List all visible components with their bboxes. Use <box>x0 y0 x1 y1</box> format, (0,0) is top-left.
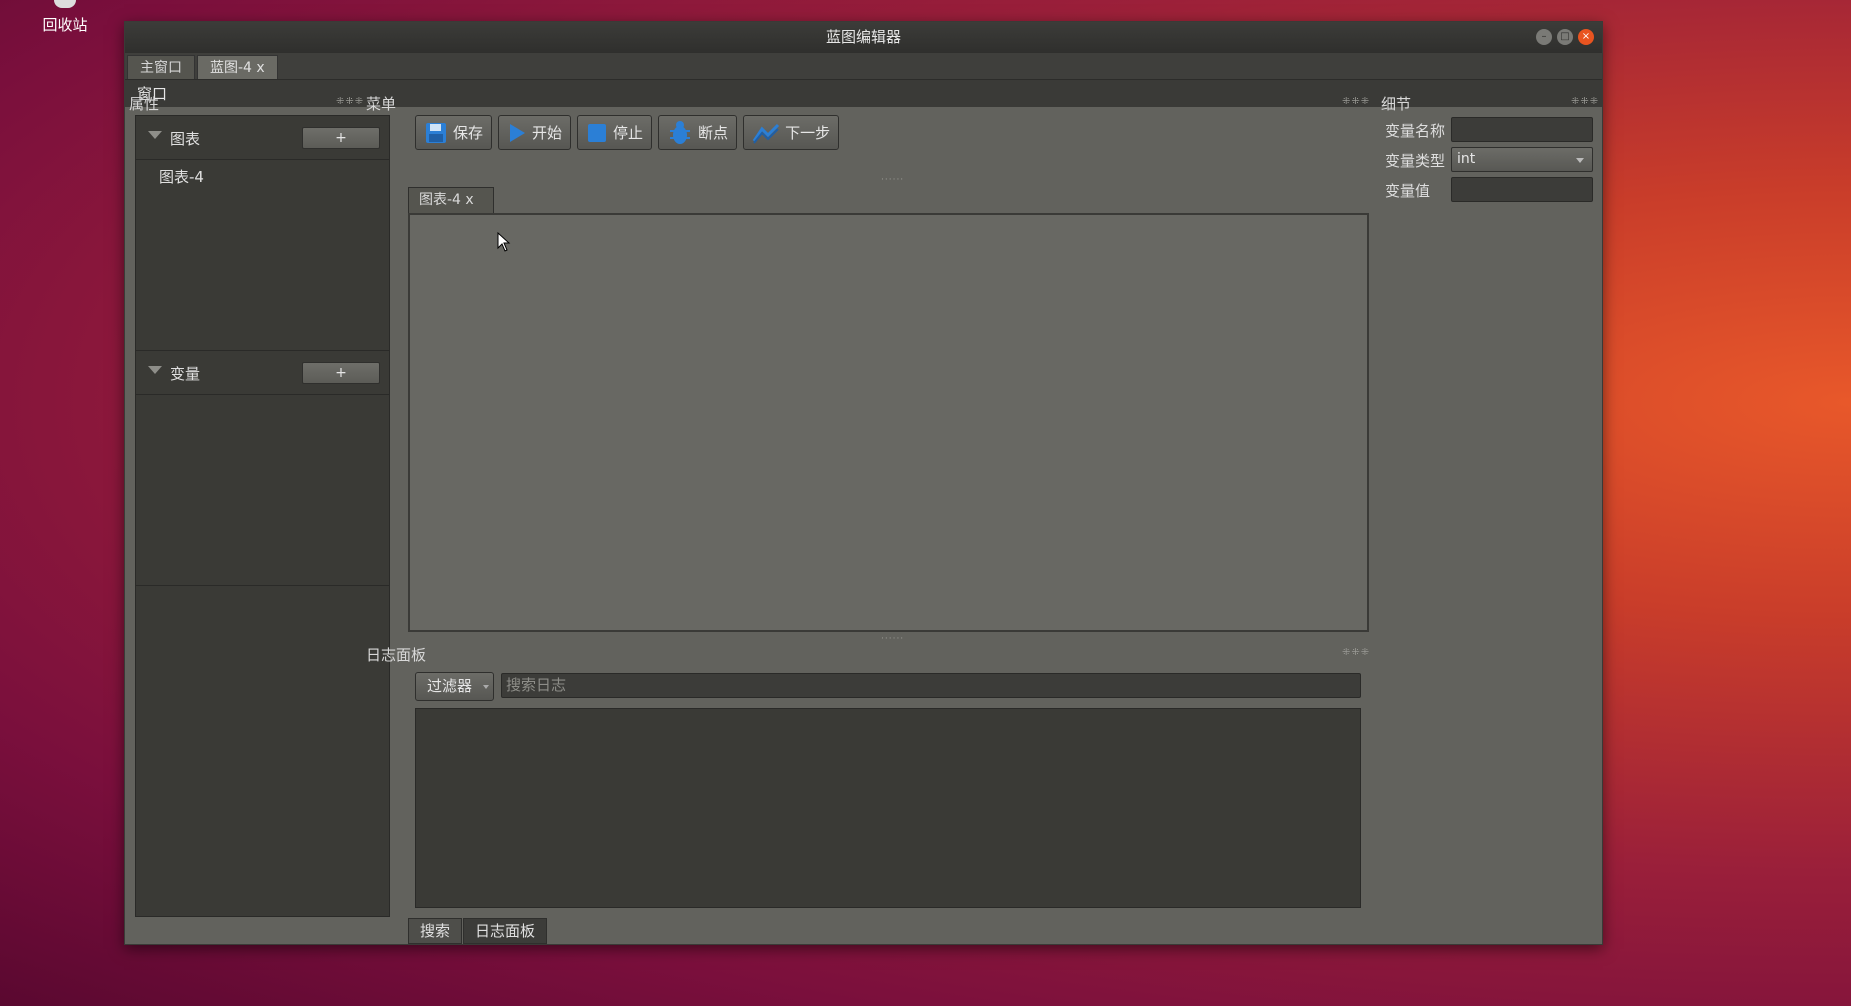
maximize-button[interactable]: □ <box>1557 29 1573 45</box>
var-value-input[interactable] <box>1451 177 1593 202</box>
blueprint-canvas[interactable] <box>408 213 1369 632</box>
tab-search[interactable]: 搜索 <box>408 918 463 944</box>
menu-panel-title: 菜单 <box>366 95 397 113</box>
tab-main-window[interactable]: 主窗口 <box>127 55 195 79</box>
variables-section-header[interactable]: 变量 + <box>136 351 389 395</box>
save-button[interactable]: 保存 <box>415 115 493 150</box>
play-icon <box>510 123 526 142</box>
details-panel-title: 细节 <box>1381 95 1412 113</box>
window-titlebar[interactable]: 蓝图编辑器 – □ × <box>125 22 1602 53</box>
breakpoint-button[interactable]: 断点 <box>658 115 738 150</box>
add-variable-button[interactable]: + <box>302 362 380 384</box>
var-type-label: 变量类型 <box>1385 152 1446 170</box>
bug-icon <box>670 120 691 144</box>
bottom-tabbar: 搜索 日志面板 <box>408 918 548 944</box>
window-tabbar: 主窗口 蓝图-4 x <box>125 53 1602 79</box>
properties-panel: 图表 + 图表-4 变量 + <box>135 115 390 917</box>
charts-section-label: 图表 <box>170 130 201 148</box>
properties-panel-title: 属性 <box>129 95 160 113</box>
tab-blueprint-4[interactable]: 蓝图-4 x <box>197 55 278 79</box>
log-search-input[interactable]: 搜索日志 <box>501 673 1361 698</box>
variables-section-label: 变量 <box>170 365 201 383</box>
trash-icon <box>54 0 76 8</box>
next-step-button[interactable]: 下一步 <box>743 115 840 150</box>
stop-label: 停止 <box>613 124 644 142</box>
stop-button[interactable]: 停止 <box>577 115 653 150</box>
add-chart-button[interactable]: + <box>302 127 380 149</box>
save-icon <box>426 122 446 143</box>
start-button[interactable]: 开始 <box>498 115 572 150</box>
log-filter-label: 过滤器 <box>427 677 473 695</box>
stop-icon <box>588 123 607 142</box>
splitter-handle[interactable]: ······ <box>881 634 904 644</box>
save-label: 保存 <box>453 124 484 142</box>
var-name-label: 变量名称 <box>1385 122 1446 140</box>
step-icon <box>752 123 780 144</box>
window-controls: – □ × <box>1536 29 1594 45</box>
start-label: 开始 <box>532 124 563 142</box>
mouse-cursor-icon <box>497 232 511 252</box>
blueprint-editor-window: 蓝图编辑器 – □ × 主窗口 蓝图-4 x 窗口 属性 ⁜⁜⁜ 图表 + 图表… <box>124 21 1603 945</box>
next-step-label: 下一步 <box>785 124 831 142</box>
log-panel-title: 日志面板 <box>366 646 427 664</box>
log-panel-controls[interactable]: ⁜⁜⁜ <box>1342 647 1370 658</box>
var-type-value: int <box>1457 151 1476 167</box>
details-panel-controls[interactable]: ⁜⁜⁜ <box>1571 96 1599 107</box>
tab-chart-4[interactable]: 图表-4 x <box>408 187 494 213</box>
trash-label: 回收站 <box>42 16 88 34</box>
charts-list: 图表-4 <box>136 160 389 351</box>
chevron-down-icon <box>483 685 489 689</box>
var-value-label: 变量值 <box>1385 182 1431 200</box>
list-item-chart-4[interactable]: 图表-4 <box>159 166 204 187</box>
splitter-handle[interactable]: ······ <box>881 175 904 185</box>
minimize-button[interactable]: – <box>1536 29 1552 45</box>
trash-desktop-icon[interactable]: 回收站 <box>30 0 100 35</box>
log-output-area[interactable] <box>415 708 1361 908</box>
chevron-down-icon <box>1576 158 1584 163</box>
collapse-triangle-icon[interactable] <box>148 366 162 374</box>
variables-list <box>136 395 389 586</box>
window-title: 蓝图编辑器 <box>825 28 901 46</box>
breakpoint-label: 断点 <box>698 124 729 142</box>
menu-panel-controls[interactable]: ⁜⁜⁜ <box>1342 96 1370 107</box>
var-name-input[interactable] <box>1451 117 1593 142</box>
properties-panel-controls[interactable]: ⁜⁜⁜ <box>336 96 364 107</box>
toolbar: 保存 开始 停止 断点 下一步 <box>415 115 840 150</box>
tab-log-panel[interactable]: 日志面板 <box>463 918 548 944</box>
var-type-select[interactable]: int <box>1451 147 1593 172</box>
collapse-triangle-icon[interactable] <box>148 131 162 139</box>
log-filter-dropdown[interactable]: 过滤器 <box>415 672 494 701</box>
close-button[interactable]: × <box>1578 29 1594 45</box>
charts-section-header[interactable]: 图表 + <box>136 116 389 160</box>
